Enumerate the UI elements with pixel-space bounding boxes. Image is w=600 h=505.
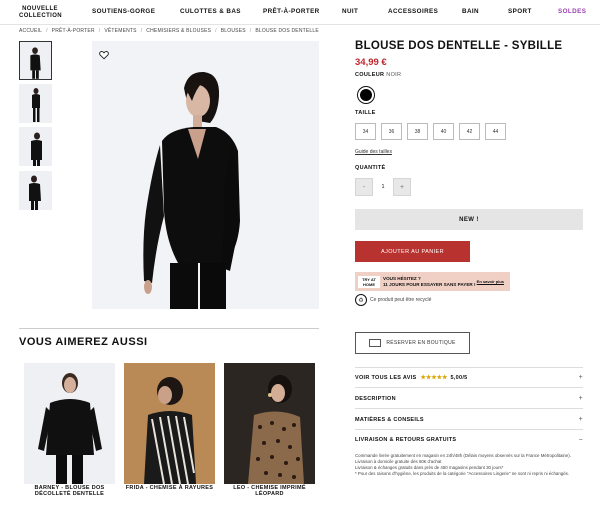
size-option-40[interactable]: 40 [433, 123, 454, 140]
brand-logo[interactable]: NOUVELLE COLLECTION [19, 6, 62, 20]
model-photo [92, 41, 319, 309]
recommendation-label[interactable]: LEO - CHEMISE IMPRIMÉ LÉOPARD [224, 485, 315, 497]
try-at-home-badge: TRY AT HOME [358, 275, 380, 288]
expand-icon: + [578, 416, 583, 423]
nav-sport[interactable]: SPORT [508, 8, 532, 15]
header-divider [0, 24, 600, 25]
recommendation-card-1[interactable] [24, 363, 115, 484]
quantity-value[interactable]: 1 [373, 184, 393, 190]
breadcrumb-separator: / [215, 28, 217, 34]
quantity-increase-button[interactable]: + [393, 178, 411, 196]
reviews-header: VOIR TOUS LES AVIS ★★★★★ 5,00/5 [355, 374, 468, 381]
breadcrumb: ACCUEIL / PRÊT-À-PORTER / VÊTEMENTS / CHEMI… [19, 28, 319, 34]
nav-culottes-bas[interactable]: CULOTTES & BAS [180, 8, 241, 15]
breadcrumb-separator: / [46, 28, 48, 34]
materials-label: MATIÈRES & CONSEILS [355, 416, 424, 423]
size-option-44[interactable]: 44 [485, 123, 506, 140]
size-guide-link[interactable]: Guide des tailles [355, 149, 392, 155]
breadcrumb-item[interactable]: CHEMISIERS & BLOUSES [146, 28, 211, 34]
breadcrumb-item[interactable]: BLOUSES [221, 28, 246, 34]
thumbnail-image [29, 175, 41, 210]
site-header: NOUVELLE COLLECTION SOUTIENS-GORGE CULOT… [0, 0, 600, 25]
breadcrumb-separator: / [98, 28, 101, 34]
nav-soutiens-gorge[interactable]: SOUTIENS-GORGE [92, 8, 155, 15]
delivery-label: LIVRAISON & RETOURS GRATUITS [355, 437, 457, 443]
recycle-text: Ce produit peut être recyclé [370, 297, 432, 303]
color-row: COULEUR NOIR [355, 72, 401, 78]
accordion-description[interactable]: DESCRIPTION + [355, 389, 583, 409]
color-swatch-black[interactable] [360, 89, 372, 101]
thumbnail-3[interactable] [19, 127, 52, 166]
product-price: 34,99 € [355, 57, 387, 68]
new-badge: NEW ! [355, 209, 583, 230]
recommendation-image [124, 363, 215, 484]
recycle-icon: ♻ [355, 294, 367, 306]
color-value: NOIR [386, 72, 402, 78]
size-option-36[interactable]: 36 [381, 123, 402, 140]
section-divider [19, 328, 319, 329]
thumbnail-image [30, 47, 41, 79]
thumbnail-4[interactable] [19, 171, 52, 210]
rating-stars: ★★★★★ [420, 375, 448, 381]
size-option-42[interactable]: 42 [459, 123, 480, 140]
expand-icon: + [578, 374, 583, 381]
recommendation-label[interactable]: FRIDA - CHEMISE À RAYURES [124, 485, 215, 491]
accordion-materials[interactable]: MATIÈRES & CONSEILS + [355, 410, 583, 430]
delivery-text: * Pour des raisons d'hygiène, les produi… [355, 471, 570, 476]
accordion-delivery[interactable]: LIVRAISON & RETOURS GRATUITS − [355, 430, 583, 450]
quantity-decrease-button[interactable]: - [355, 178, 373, 196]
heart-icon[interactable] [99, 50, 109, 60]
try-at-home-banner[interactable]: TRY AT HOME VOUS HÉSITEZ ? 11 JOURS POUR… [355, 272, 510, 291]
recommendation-label[interactable]: BARNEY - BLOUSE DOS DÉCOLLETÉ DENTELLE [24, 485, 115, 497]
thumbnail-image [31, 132, 42, 166]
recommendation-image [224, 363, 315, 484]
promo-text: VOUS HÉSITEZ ? 11 JOURS POUR ESSAYER SAN… [383, 276, 477, 287]
logo-line-2: COLLECTION [19, 13, 62, 19]
recycle-info: ♻ Ce produit peut être recyclé [355, 294, 431, 306]
promo-learn-more-link[interactable]: En savoir plus [477, 279, 504, 284]
collapse-icon: − [578, 436, 583, 444]
description-label: DESCRIPTION [355, 395, 396, 402]
reserve-label: RÉSERVER EN BOUTIQUE [386, 340, 456, 346]
nav-nuit[interactable]: NUIT [342, 8, 358, 15]
thumbnail-2[interactable] [19, 84, 52, 123]
reserve-in-store-button[interactable]: RÉSERVER EN BOUTIQUE [355, 332, 470, 354]
quantity-stepper: - 1 + [355, 178, 411, 196]
product-title: BLOUSE DOS DENTELLE - SYBILLE [355, 40, 563, 52]
quantity-label: QUANTITÉ [355, 165, 386, 171]
add-to-cart-button[interactable]: AJOUTER AU PANIER [355, 241, 470, 262]
recommendation-card-2[interactable] [124, 363, 215, 484]
size-option-38[interactable]: 38 [407, 123, 428, 140]
recommendation-image [24, 363, 115, 484]
size-label: TAILLE [355, 110, 376, 116]
color-label: COULEUR [355, 72, 385, 78]
recommendations-title: VOUS AIMEREZ AUSSI [19, 336, 148, 348]
breadcrumb-current: BLOUSE DOS DENTELLE [255, 28, 319, 34]
rating-value: 5,00/5 [450, 375, 468, 381]
breadcrumb-item[interactable]: VÊTEMENTS [104, 28, 136, 34]
breadcrumb-separator: / [249, 28, 252, 34]
recommendation-card-3[interactable] [224, 363, 315, 484]
expand-icon: + [578, 395, 583, 402]
breadcrumb-item[interactable]: ACCUEIL [19, 28, 42, 34]
logo-line-1: NOUVELLE [22, 6, 58, 12]
breadcrumb-separator: / [140, 28, 143, 34]
nav-accessoires[interactable]: ACCESSOIRES [388, 8, 438, 15]
accordion-reviews[interactable]: VOIR TOUS LES AVIS ★★★★★ 5,00/5 + [355, 368, 583, 388]
nav-soldes[interactable]: SOLDES [558, 8, 586, 15]
thumbnail-image [32, 88, 40, 122]
thumbnail-1[interactable] [19, 41, 52, 80]
size-selector: 34 36 38 40 42 44 [355, 123, 506, 140]
size-option-34[interactable]: 34 [355, 123, 376, 140]
product-main-image[interactable] [92, 41, 319, 309]
nav-pret-a-porter[interactable]: PRÊT-À-PORTER [263, 8, 320, 15]
reviews-label: VOIR TOUS LES AVIS [355, 375, 417, 381]
store-icon [369, 339, 382, 347]
nav-bain[interactable]: BAIN [462, 8, 479, 15]
breadcrumb-item[interactable]: PRÊT-À-PORTER [52, 28, 95, 34]
promo-line-2: 11 JOURS POUR ESSAYER SANS PAYER ! [383, 281, 476, 287]
delivery-details: Commande livrée gratuitement en magasin … [355, 453, 583, 477]
